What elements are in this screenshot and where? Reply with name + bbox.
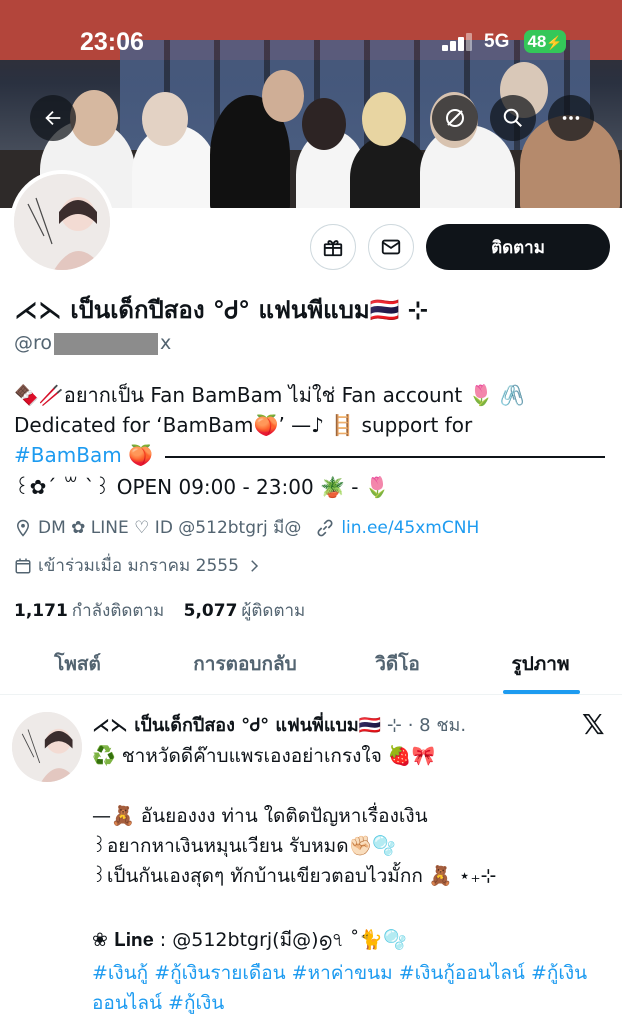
chevron-right-icon — [251, 559, 258, 572]
joined-date-row[interactable]: เข้าร่วมเมื่อ มกราคม 2555 — [14, 552, 269, 579]
post-text-line: —🧸 อันยองงง ท่าน ใดติดปัญหาเรื่องเงิน — [92, 805, 428, 827]
search-icon — [503, 108, 522, 127]
network-type: 5G — [484, 31, 510, 52]
link-icon — [317, 519, 333, 536]
post-timestamp: ⊹ · 8 ชม. — [386, 715, 467, 736]
profile-avatar[interactable] — [10, 170, 114, 274]
search-button[interactable] — [490, 95, 536, 141]
more-button[interactable] — [548, 95, 594, 141]
joined-date: เข้าร่วมเมื่อ มกราคม 2555 — [38, 556, 239, 576]
post-text-line: ❀ 𝐋𝐢𝐧𝐞 : @512btgrj(มี@)൭৭ ˚🐈🫧 — [92, 929, 407, 951]
profile-location: DM ✿ LINE ♡ ID @512btgrj มี@ — [38, 518, 302, 538]
bio-line: Dedicated for ‘BamBam🍑’ —♪ 🪜 support for — [14, 413, 473, 437]
tab-photos[interactable]: รูปภาพ — [488, 635, 593, 693]
cellular-signal-icon — [442, 33, 472, 51]
profile-tabs: โพสต์ การตอบกลับ วิดีโอ รูปภาพ — [0, 635, 622, 695]
slashed-circle-icon — [446, 109, 464, 127]
profile-handle: @ro x — [14, 332, 171, 355]
post-header: ⋌⋋ เป็นเด็กปีสอง °Ꮷ° แฟนพี่แบม🇹🇭 ⊹ · 8 ช… — [92, 710, 466, 739]
handle-suffix: x — [160, 332, 172, 354]
bio-hashtag-link[interactable]: #BamBam — [14, 443, 122, 467]
banner-head — [142, 92, 188, 146]
following-count: 1,171 — [14, 601, 68, 621]
calendar-icon — [15, 558, 31, 573]
gift-icon — [323, 240, 343, 257]
profile-meta-row: DM ✿ LINE ♡ ID @512btgrj มี@ lin.ee/45xm… — [14, 514, 479, 541]
bio-line: #BamBam 🍑 — [14, 440, 614, 470]
bio-hashtag-emoji: 🍑 — [128, 443, 153, 467]
battery-level: 48 — [527, 32, 547, 51]
post-text-line: ♻️ ชาหวัดดีค๊าบแพรเองอย่าเกรงใจ 🍓🎀 — [92, 745, 436, 767]
followers-link[interactable]: 5,077 ผู้ติดตาม — [184, 601, 306, 621]
post-text-line: ꒱เป็นกันเองสุดๆ ทักบ้านเขียวตอบไวมั้กก 🧸… — [92, 865, 497, 887]
status-time: 23:06 — [80, 28, 144, 56]
post-text-line: ꒱อยากหาเงินหมุนเวียน รับหมด✊🏻🫧 — [92, 835, 396, 857]
envelope-icon — [381, 239, 401, 255]
profile-name: ⋌⋋ เป็นเด็กปีสอง °Ꮷ° แฟนพีแบม🇹🇭 ⊹ — [14, 296, 429, 324]
follow-counts: 1,171 กำลังติดตาม 5,077 ผู้ติดตาม — [14, 597, 305, 624]
bio-line: ꒰✿´ ꒳ `꒱ OPEN 09:00 - 23:00 🪴 - 🌷 — [14, 475, 390, 499]
avatar-image — [14, 174, 110, 270]
charging-bolt-icon: ⚡ — [546, 35, 563, 50]
followers-label: ผู้ติดตาม — [241, 601, 306, 621]
more-dots-icon — [562, 116, 580, 120]
post-hashtags[interactable]: #เงินกู้ #กู้เงินรายเดือน #หาค่าขนม #เงิ… — [92, 958, 614, 1018]
followers-count: 5,077 — [183, 601, 238, 621]
tab-posts[interactable]: โพสต์ — [20, 635, 135, 693]
active-tab-indicator — [503, 690, 580, 694]
post-author-name[interactable]: ⋌⋋ เป็นเด็กปีสอง °Ꮷ° แฟนพี่แบม🇹🇭 — [92, 715, 381, 736]
banner-head — [362, 92, 406, 146]
bio-divider-line — [165, 455, 606, 458]
follow-button[interactable]: ติดตาม — [426, 224, 610, 270]
x-logo-icon: 𝕏 — [582, 708, 605, 741]
handle-prefix: @ro — [14, 332, 53, 354]
following-label: กำลังติดตาม — [71, 601, 165, 621]
back-button[interactable] — [30, 95, 76, 141]
location-pin-icon — [16, 519, 30, 537]
banner-head — [302, 98, 346, 150]
tab-videos[interactable]: วิดีโอ — [350, 635, 445, 693]
unfollow-topic-button[interactable] — [432, 95, 478, 141]
following-link[interactable]: 1,171 กำลังติดตาม — [14, 601, 164, 621]
battery-indicator: 48⚡ — [524, 30, 566, 53]
banner-head — [70, 90, 118, 146]
profile-website-link[interactable]: lin.ee/45xmCNH — [341, 518, 479, 538]
tab-replies[interactable]: การตอบกลับ — [170, 635, 320, 693]
message-button[interactable] — [368, 224, 414, 270]
arrow-left-icon — [45, 110, 61, 126]
post-author-avatar[interactable] — [12, 712, 82, 782]
avatar-image — [12, 712, 82, 782]
gift-button[interactable] — [310, 224, 356, 270]
status-bar: 23:06 5G 48⚡ — [0, 0, 622, 84]
bio-line: 🍫🥢อยากเป็น Fan BamBam ไม่ใช่ Fan account… — [14, 383, 525, 407]
redacted-block — [54, 332, 159, 355]
